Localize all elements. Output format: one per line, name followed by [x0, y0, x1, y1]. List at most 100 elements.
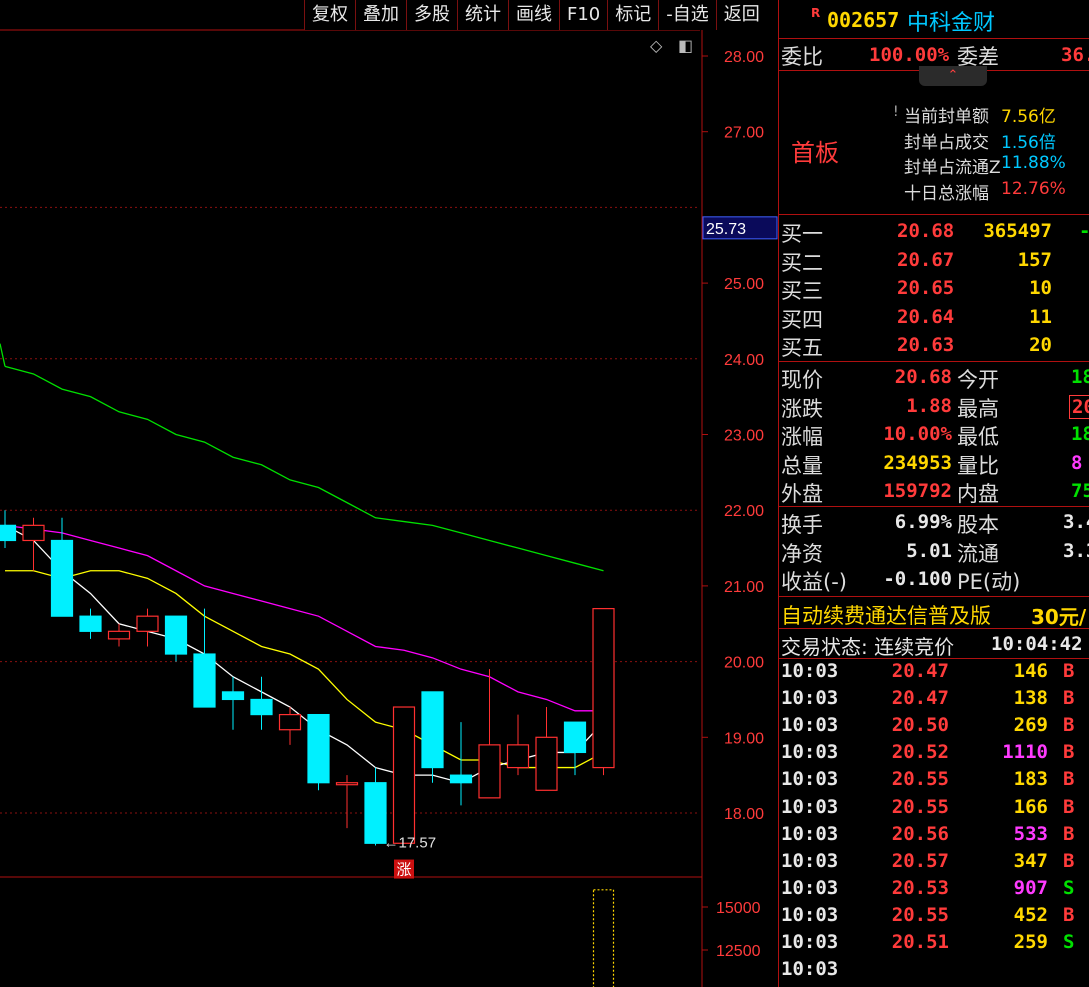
low-price-marker: ←17.57 — [384, 835, 437, 852]
tick-side: B — [1063, 849, 1075, 872]
quote-label: 涨跌 — [781, 396, 823, 421]
chart-toolbar: 复权 叠加 多股 统计 画线 F10 标记 -自选 返回 — [304, 0, 767, 30]
tick-volume: 533 — [1013, 822, 1048, 845]
quote-value: 159792 — [883, 480, 952, 502]
toolbar-btn-5[interactable]: F10 — [559, 0, 607, 30]
tick-price: 20.52 — [891, 741, 949, 764]
fin-label: 换手 — [781, 513, 823, 537]
quote-value: 1.88 — [906, 394, 952, 417]
buy-level-volume: 20 — [1029, 334, 1052, 356]
tick-time: 10:03 — [781, 687, 839, 710]
stock-name[interactable]: 中科金财 — [907, 5, 995, 37]
tick-time: 10:03 — [781, 849, 839, 872]
current-price-badge: 25.73 — [706, 221, 746, 238]
buy-level-price[interactable]: 20.63 — [897, 334, 954, 356]
promo-text[interactable]: 自动续费通达信普及版 — [781, 600, 991, 630]
buy-level-price[interactable]: 20.68 — [897, 220, 954, 242]
kline-chart-area[interactable]: 28.00 27.00 25.00 24.00 23.00 22.00 21.00 20.00… — [0, 0, 778, 987]
tick-side: B — [1063, 741, 1075, 764]
collapse-chevron-icon[interactable]: ⌃ — [919, 66, 987, 86]
tick-side: B — [1063, 903, 1075, 926]
tick-volume: 183 — [1013, 768, 1048, 791]
quote-label: 最高 — [957, 396, 999, 421]
tick-price: 20.50 — [891, 714, 949, 737]
tick-price: 20.56 — [891, 822, 949, 845]
price-tick-label: 27.00 — [724, 125, 764, 142]
ma5-line — [4, 524, 604, 784]
toolbar-btn-7[interactable]: -自选 — [658, 0, 716, 30]
candle-body — [449, 774, 473, 784]
fin-label: 流通 — [957, 541, 999, 566]
volume-tick-label: 12500 — [716, 943, 761, 960]
fin-value: 5.01 — [906, 539, 952, 562]
quote-label: 内盘 — [957, 482, 999, 506]
buy-level-volume: 157 — [1017, 248, 1052, 271]
tick-volume: 269 — [1013, 714, 1048, 737]
candle-body — [193, 653, 216, 708]
quote-label: 量比 — [957, 453, 999, 478]
toolbar-btn-8[interactable]: 返回 — [715, 0, 767, 30]
status-time: 10:04:42 — [991, 633, 1083, 655]
quote-value: 75 — [1071, 480, 1089, 502]
candle-body — [563, 721, 587, 754]
price-tick-label: 23.00 — [724, 428, 764, 445]
price-tick-label: 21.00 — [724, 579, 764, 596]
toolbar-btn-3[interactable]: 统计 — [457, 0, 508, 30]
candle-body — [392, 706, 416, 844]
quote-value: 20 — [1069, 394, 1089, 419]
price-tick-label: 24.00 — [724, 352, 764, 369]
buy-level-volume: 10 — [1029, 277, 1052, 299]
buy-level-price[interactable]: 20.65 — [897, 277, 954, 299]
candle-body — [79, 615, 102, 632]
buy-level-price[interactable]: 20.64 — [897, 306, 954, 328]
volume-tick-label: 15000 — [716, 900, 761, 917]
diamond-icon[interactable]: ◇ — [650, 36, 662, 55]
tick-volume: 166 — [1013, 795, 1048, 818]
tick-volume: 146 — [1013, 660, 1048, 682]
kline-chart[interactable]: 28.00 27.00 25.00 24.00 23.00 22.00 21.00 20.00… — [0, 0, 778, 987]
tick-price: 20.55 — [891, 795, 949, 818]
tick-volume: 259 — [1013, 931, 1048, 953]
candle-body — [592, 608, 615, 769]
buy-level-price[interactable]: 20.67 — [897, 249, 954, 271]
quote-panel: R 002657 中科金财 委比 100.00% 委差 36. ⌃ 首板 当前封… — [778, 0, 1089, 987]
panel-toggle-icon[interactable]: ◧ — [678, 36, 693, 55]
candle-body — [22, 524, 45, 542]
tick-volume: 1110 — [1002, 741, 1048, 764]
candle-body — [136, 615, 159, 632]
candle-body — [107, 630, 131, 640]
tick-price: 20.47 — [891, 660, 949, 682]
price-tick-label: 18.00 — [724, 806, 764, 823]
tick-side: S — [1063, 931, 1075, 953]
board-row-label: 十日总涨幅 — [904, 183, 989, 204]
candle-body — [0, 524, 17, 542]
candle-body — [421, 691, 444, 769]
candle-body — [307, 713, 330, 784]
toolbar-btn-6[interactable]: 标记 — [607, 0, 658, 30]
toolbar-btn-4[interactable]: 画线 — [508, 0, 559, 30]
tick-time: 10:03 — [781, 876, 839, 899]
tick-side: B — [1063, 768, 1075, 791]
candle-body — [50, 539, 74, 617]
fin-label: 收益(-) — [781, 570, 847, 594]
quote-label: 外盘 — [781, 482, 823, 506]
tick-volume: 138 — [1013, 687, 1048, 710]
buy-level-volume: 365497 — [983, 220, 1052, 242]
quote-value: 10.00% — [883, 423, 952, 445]
tick-time: 10:03 — [781, 795, 839, 818]
board-row-value: 7.56亿 — [1001, 107, 1056, 127]
tick-price: 20.53 — [891, 876, 949, 899]
tick-side: S — [1063, 876, 1075, 899]
trade-status: 交易状态: 连续竞价 — [781, 635, 955, 659]
tick-volume: 452 — [1013, 903, 1048, 926]
toolbar-btn-1[interactable]: 叠加 — [355, 0, 406, 30]
promo-price[interactable]: 30元/ — [1031, 601, 1086, 630]
toolbar-btn-2[interactable]: 多股 — [406, 0, 457, 30]
toolbar-btn-0[interactable]: 复权 — [304, 0, 355, 30]
quote-label: 今开 — [957, 368, 999, 392]
fin-label: PE(动) — [957, 570, 1021, 594]
board-row-value: 12.76% — [1001, 178, 1066, 199]
tick-price: 20.55 — [891, 903, 949, 926]
fin-value: -0.100 — [883, 568, 952, 590]
buy-level-label: 买一 — [781, 222, 823, 246]
